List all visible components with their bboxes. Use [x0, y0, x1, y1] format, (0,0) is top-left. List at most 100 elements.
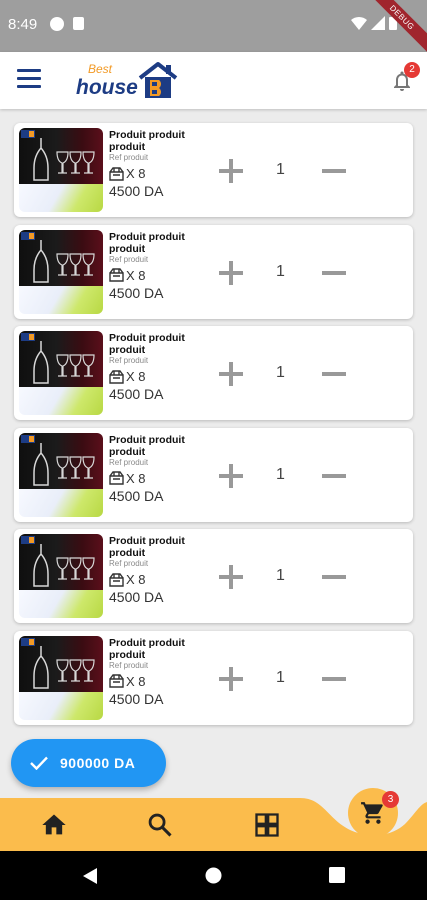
product-image	[19, 229, 103, 314]
cart-item: Produit produit produit Ref produit X 8 …	[14, 326, 413, 421]
pack-count-text: X 8	[126, 673, 146, 689]
increase-quantity-button[interactable]	[219, 159, 243, 183]
box-icon	[109, 268, 124, 282]
quantity-value: 1	[276, 364, 285, 382]
cart-button[interactable]: 3	[348, 788, 399, 838]
product-image	[19, 635, 103, 720]
product-price: 4500 DA	[109, 487, 164, 504]
pack-count-text: X 8	[126, 470, 146, 486]
logo-house-mark-icon	[138, 62, 178, 98]
total-amount: 900000 DA	[60, 755, 136, 771]
box-icon	[109, 369, 124, 384]
product-price: 4500 DA	[109, 284, 164, 301]
product-name: Produit produit produit	[109, 433, 185, 458]
cart-count-badge: 3	[382, 791, 399, 808]
pack-count: X 8	[109, 166, 209, 181]
quantity-value: 1	[276, 161, 285, 178]
back-icon[interactable]	[82, 867, 98, 885]
product-name: Produit produit produit	[109, 230, 185, 255]
app-bar: Best house 2	[0, 52, 427, 109]
product-image	[19, 331, 103, 416]
wifi-icon	[351, 16, 367, 30]
product-ref: Ref produit	[109, 254, 149, 264]
checkout-total-button[interactable]: 900000 DA	[11, 739, 166, 787]
product-price: 4500 DA	[109, 183, 164, 199]
search-icon[interactable]	[146, 811, 174, 839]
check-icon	[30, 756, 48, 770]
item-info: Produit produit produit Ref produit X 8 …	[109, 129, 209, 199]
decrease-quantity-button[interactable]	[322, 667, 346, 691]
quantity-value: 1	[276, 668, 285, 686]
box-icon	[109, 674, 124, 689]
pack-count-text: X 8	[126, 267, 146, 283]
system-navigation-bar	[0, 851, 427, 900]
logo-house-text: house	[76, 76, 138, 99]
product-image	[19, 432, 103, 517]
pack-count: X 8	[109, 369, 209, 384]
logo-best-text: Best	[88, 62, 113, 76]
cart-icon	[361, 802, 383, 824]
pack-count: X 8	[109, 572, 209, 587]
product-ref: Ref produit	[109, 457, 149, 467]
product-name: Produit produit produit	[109, 129, 185, 153]
product-name: Produit produit produit	[109, 535, 185, 560]
decrease-quantity-button[interactable]	[322, 159, 346, 183]
quantity-value: 1	[276, 465, 285, 483]
grid-icon[interactable]	[253, 811, 281, 839]
recents-icon[interactable]	[329, 867, 345, 883]
pack-count: X 8	[109, 471, 209, 486]
box-icon	[109, 166, 124, 181]
product-image	[19, 534, 103, 619]
box-icon	[109, 471, 124, 485]
pack-count: X 8	[109, 268, 209, 283]
pack-count-text: X 8	[126, 369, 146, 385]
notifications-button[interactable]: 2	[390, 62, 420, 94]
status-sim-icon	[73, 17, 84, 30]
cart-item: Produit produit produit Ref produit X 8 …	[14, 224, 413, 319]
status-bar: 8:49 DEBUG	[0, 0, 427, 52]
item-info: Produit produit produit Ref produit X 8 …	[109, 434, 209, 504]
quantity-value: 1	[276, 262, 285, 280]
product-price: 4500 DA	[109, 386, 164, 403]
product-image	[19, 128, 103, 212]
item-info: Produit produit produit Ref produit X 8 …	[109, 535, 209, 605]
decrease-quantity-button[interactable]	[322, 464, 346, 488]
increase-quantity-button[interactable]	[219, 260, 243, 285]
signal-icon	[371, 16, 385, 30]
decrease-quantity-button[interactable]	[322, 362, 346, 386]
product-ref: Ref produit	[109, 153, 149, 162]
product-name: Produit produit produit	[109, 636, 185, 661]
cart-item: Produit produit produit Ref produit X 8 …	[14, 630, 413, 725]
increase-quantity-button[interactable]	[219, 666, 243, 691]
home-circle-icon[interactable]	[205, 867, 222, 884]
cart-list: Produit produit produit Ref produit X 8 …	[14, 123, 413, 733]
pack-count: X 8	[109, 674, 209, 689]
cart-item: Produit produit produit Ref produit X 8 …	[14, 529, 413, 624]
decrease-quantity-button[interactable]	[322, 565, 346, 589]
decrease-quantity-button[interactable]	[322, 261, 346, 285]
pack-count-text: X 8	[126, 572, 146, 588]
increase-quantity-button[interactable]	[219, 463, 243, 488]
item-info: Produit produit produit Ref produit X 8 …	[109, 637, 209, 707]
product-ref: Ref produit	[109, 559, 149, 569]
status-app-icon	[50, 17, 64, 31]
cart-item: Produit produit produit Ref produit X 8 …	[14, 427, 413, 522]
quantity-value: 1	[276, 567, 285, 585]
home-icon[interactable]	[40, 811, 68, 839]
product-price: 4500 DA	[109, 690, 164, 707]
pack-count-text: X 8	[126, 166, 146, 181]
cart-item: Produit produit produit Ref produit X 8 …	[14, 123, 413, 217]
notification-badge: 2	[404, 62, 420, 78]
product-ref: Ref produit	[109, 356, 149, 366]
brand-logo: Best house	[76, 58, 186, 104]
box-icon	[109, 573, 124, 587]
product-ref: Ref produit	[109, 660, 149, 670]
increase-quantity-button[interactable]	[219, 565, 243, 590]
item-info: Produit produit produit Ref produit X 8 …	[109, 231, 209, 301]
increase-quantity-button[interactable]	[219, 362, 243, 387]
status-right-icons	[351, 16, 397, 30]
status-time: 8:49	[8, 16, 38, 33]
item-info: Produit produit produit Ref produit X 8 …	[109, 332, 209, 402]
menu-icon[interactable]	[17, 69, 41, 91]
product-price: 4500 DA	[109, 589, 164, 606]
